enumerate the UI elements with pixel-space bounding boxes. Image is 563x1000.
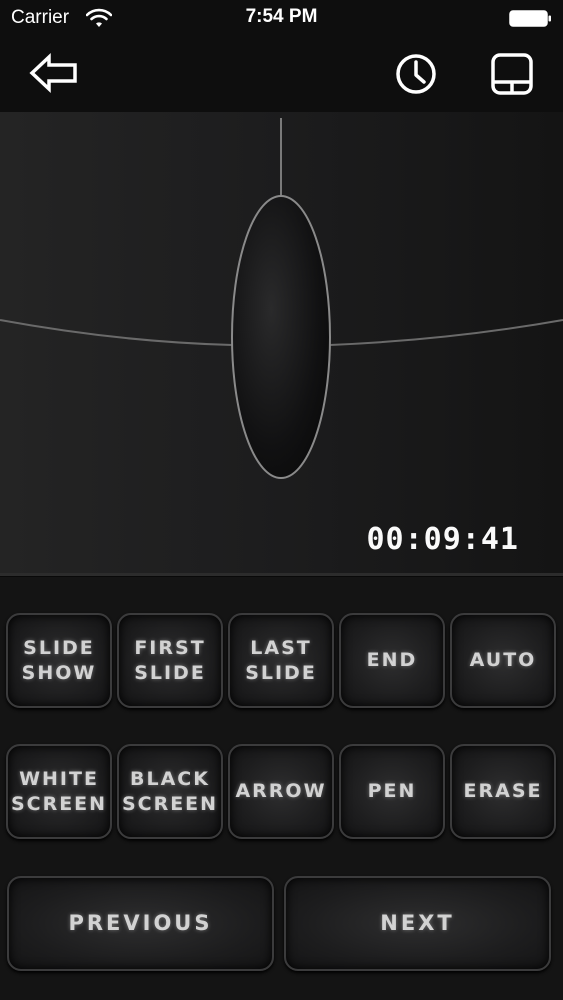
- white-screen-label: WHITE SCREEN: [10, 767, 108, 815]
- mouse-graphic: [0, 118, 563, 479]
- auto-label: AUTO: [469, 649, 537, 671]
- mouse-touchpad[interactable]: 00:09:41: [0, 112, 563, 574]
- previous-label: PREVIOUS: [68, 911, 213, 935]
- last-slide-label: LAST SLIDE: [245, 636, 317, 684]
- arrow-button[interactable]: ARROW: [228, 744, 334, 839]
- auto-button[interactable]: AUTO: [450, 613, 556, 708]
- slide-show-button[interactable]: SLIDE SHOW: [6, 613, 112, 708]
- first-slide-button[interactable]: FIRST SLIDE: [117, 613, 223, 708]
- slide-show-label: SLIDE SHOW: [21, 636, 97, 684]
- last-slide-button[interactable]: LAST SLIDE: [228, 613, 334, 708]
- next-label: NEXT: [380, 911, 455, 935]
- first-slide-label: FIRST SLIDE: [134, 636, 206, 684]
- end-label: END: [366, 649, 418, 671]
- presentation-timer: 00:09:41: [366, 522, 519, 557]
- black-screen-label: BLACK SCREEN: [121, 767, 219, 815]
- divider: [0, 573, 563, 577]
- nav-bar: [0, 36, 563, 112]
- battery-icon: [509, 10, 551, 27]
- arrow-label: ARROW: [235, 780, 327, 802]
- black-screen-button[interactable]: BLACK SCREEN: [117, 744, 223, 839]
- back-button[interactable]: [28, 52, 82, 94]
- pen-button[interactable]: PEN: [339, 744, 445, 839]
- status-time: 7:54 PM: [245, 6, 318, 27]
- previous-button[interactable]: PREVIOUS: [7, 876, 274, 971]
- touchpad-mode-button[interactable]: [488, 50, 536, 98]
- erase-button[interactable]: ERASE: [450, 744, 556, 839]
- end-button[interactable]: END: [339, 613, 445, 708]
- status-bar: Carrier 7:54 PM: [0, 0, 563, 36]
- clock-icon: [396, 54, 436, 94]
- erase-label: ERASE: [463, 780, 543, 802]
- history-button[interactable]: [392, 50, 440, 98]
- next-button[interactable]: NEXT: [284, 876, 551, 971]
- pen-label: PEN: [367, 780, 417, 802]
- back-arrow-icon: [29, 52, 77, 94]
- white-screen-button[interactable]: WHITE SCREEN: [6, 744, 112, 839]
- scroll-wheel[interactable]: [231, 195, 331, 479]
- touchpad-layout-icon: [491, 53, 533, 95]
